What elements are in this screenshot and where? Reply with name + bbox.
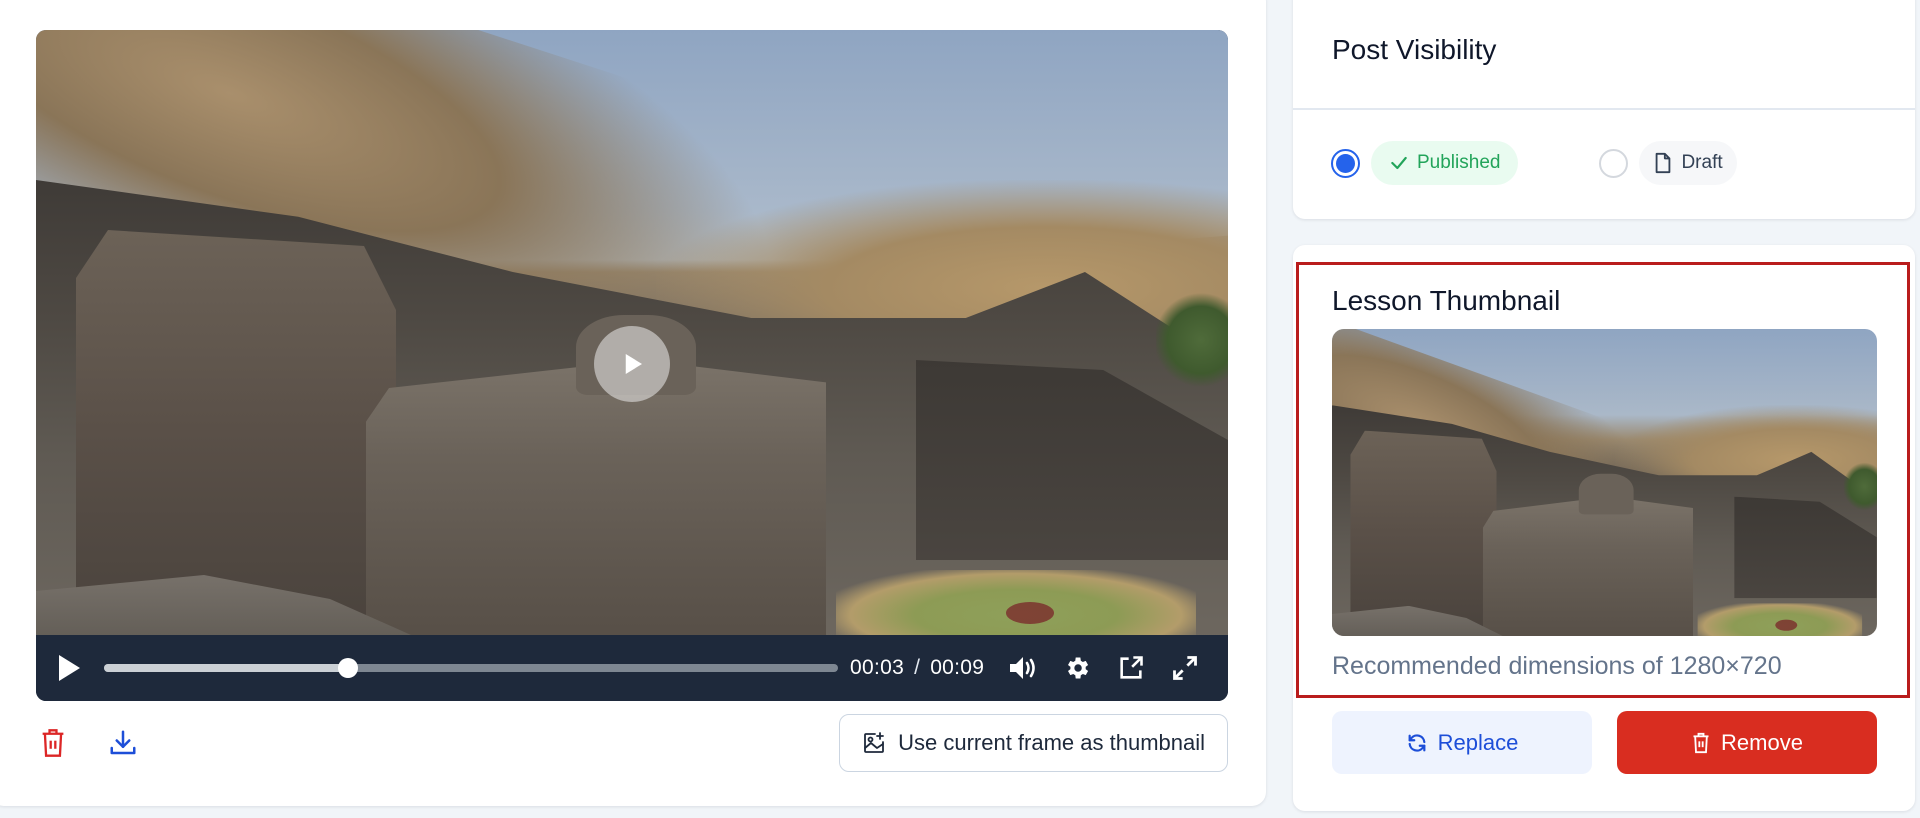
replace-label: Replace (1437, 729, 1519, 755)
thumbnail-actions: Replace Remove (1332, 711, 1877, 774)
download-video-button[interactable] (106, 726, 140, 760)
published-badge: Published (1371, 141, 1519, 185)
download-icon (110, 730, 136, 755)
player-controls: 00:03 / 00:09 (36, 635, 1228, 701)
scene-trees (1843, 461, 1877, 512)
visibility-options: Published Draft (1331, 141, 1737, 185)
settings-gear-icon (1068, 657, 1089, 679)
time-display: 00:03 / 00:09 (850, 656, 984, 680)
seek-bar[interactable] (104, 658, 838, 678)
open-external-icon (1120, 656, 1144, 679)
draft-label: Draft (1681, 152, 1723, 173)
play-icon (59, 655, 80, 681)
delete-video-button[interactable] (36, 726, 70, 760)
video-player[interactable]: 00:03 / 00:09 (36, 30, 1228, 701)
seek-progress (104, 664, 349, 672)
check-icon (1391, 156, 1407, 170)
trash-icon (1693, 732, 1709, 753)
seek-handle[interactable] (338, 658, 359, 678)
scene-temple-main (1482, 496, 1694, 636)
scene-temple-roof (1578, 473, 1634, 515)
recommended-dimensions: Recommended dimensions of 1280×720 (1332, 652, 1782, 680)
visibility-option-published[interactable]: Published (1331, 141, 1519, 185)
scene-temple-left (1350, 430, 1497, 634)
document-icon (1656, 152, 1671, 174)
open-external-button[interactable] (1114, 651, 1148, 685)
use-current-frame-label: Use current frame as thumbnail (898, 730, 1205, 755)
scene-flower-bed (1006, 602, 1054, 624)
scene-temple-left (76, 230, 396, 630)
radio-draft[interactable] (1599, 148, 1629, 178)
play-button[interactable] (54, 652, 84, 684)
scene-lawn (836, 570, 1196, 635)
play-icon (625, 354, 642, 374)
radio-published[interactable] (1331, 148, 1360, 178)
volume-icon (1010, 657, 1036, 679)
fullscreen-button[interactable] (1168, 651, 1202, 685)
settings-button[interactable] (1060, 651, 1094, 685)
post-visibility-title: Post Visibility (1332, 34, 1497, 65)
remove-label: Remove (1721, 729, 1803, 755)
time-separator: / (914, 656, 921, 679)
published-label: Published (1417, 152, 1501, 173)
lesson-thumbnail-card: Lesson Thumbnail Recommended dimensions … (1293, 245, 1915, 811)
thumbnail-image (1332, 329, 1877, 636)
post-visibility-card: Post Visibility Published Draft (1293, 0, 1915, 219)
remove-button[interactable]: Remove (1617, 711, 1877, 774)
trash-icon (42, 729, 64, 757)
scene-flower-bed (1775, 619, 1798, 631)
image-add-icon (864, 732, 884, 753)
replace-button[interactable]: Replace (1332, 711, 1592, 774)
divider (1293, 108, 1915, 110)
use-current-frame-button[interactable]: Use current frame as thumbnail (839, 714, 1228, 772)
fullscreen-icon (1173, 656, 1198, 680)
duration: 00:09 (930, 656, 985, 679)
visibility-option-draft[interactable]: Draft (1599, 141, 1737, 185)
draft-badge: Draft (1639, 141, 1737, 185)
big-play-button[interactable] (594, 326, 670, 402)
refresh-icon (1408, 733, 1426, 752)
video-actions: Use current frame as thumbnail (36, 714, 1228, 772)
lesson-thumbnail-title: Lesson Thumbnail (1332, 285, 1561, 316)
scene-trees (1156, 290, 1228, 390)
volume-button[interactable] (1006, 651, 1040, 685)
current-time: 00:03 (850, 656, 905, 679)
scene-temple-main (366, 360, 826, 635)
